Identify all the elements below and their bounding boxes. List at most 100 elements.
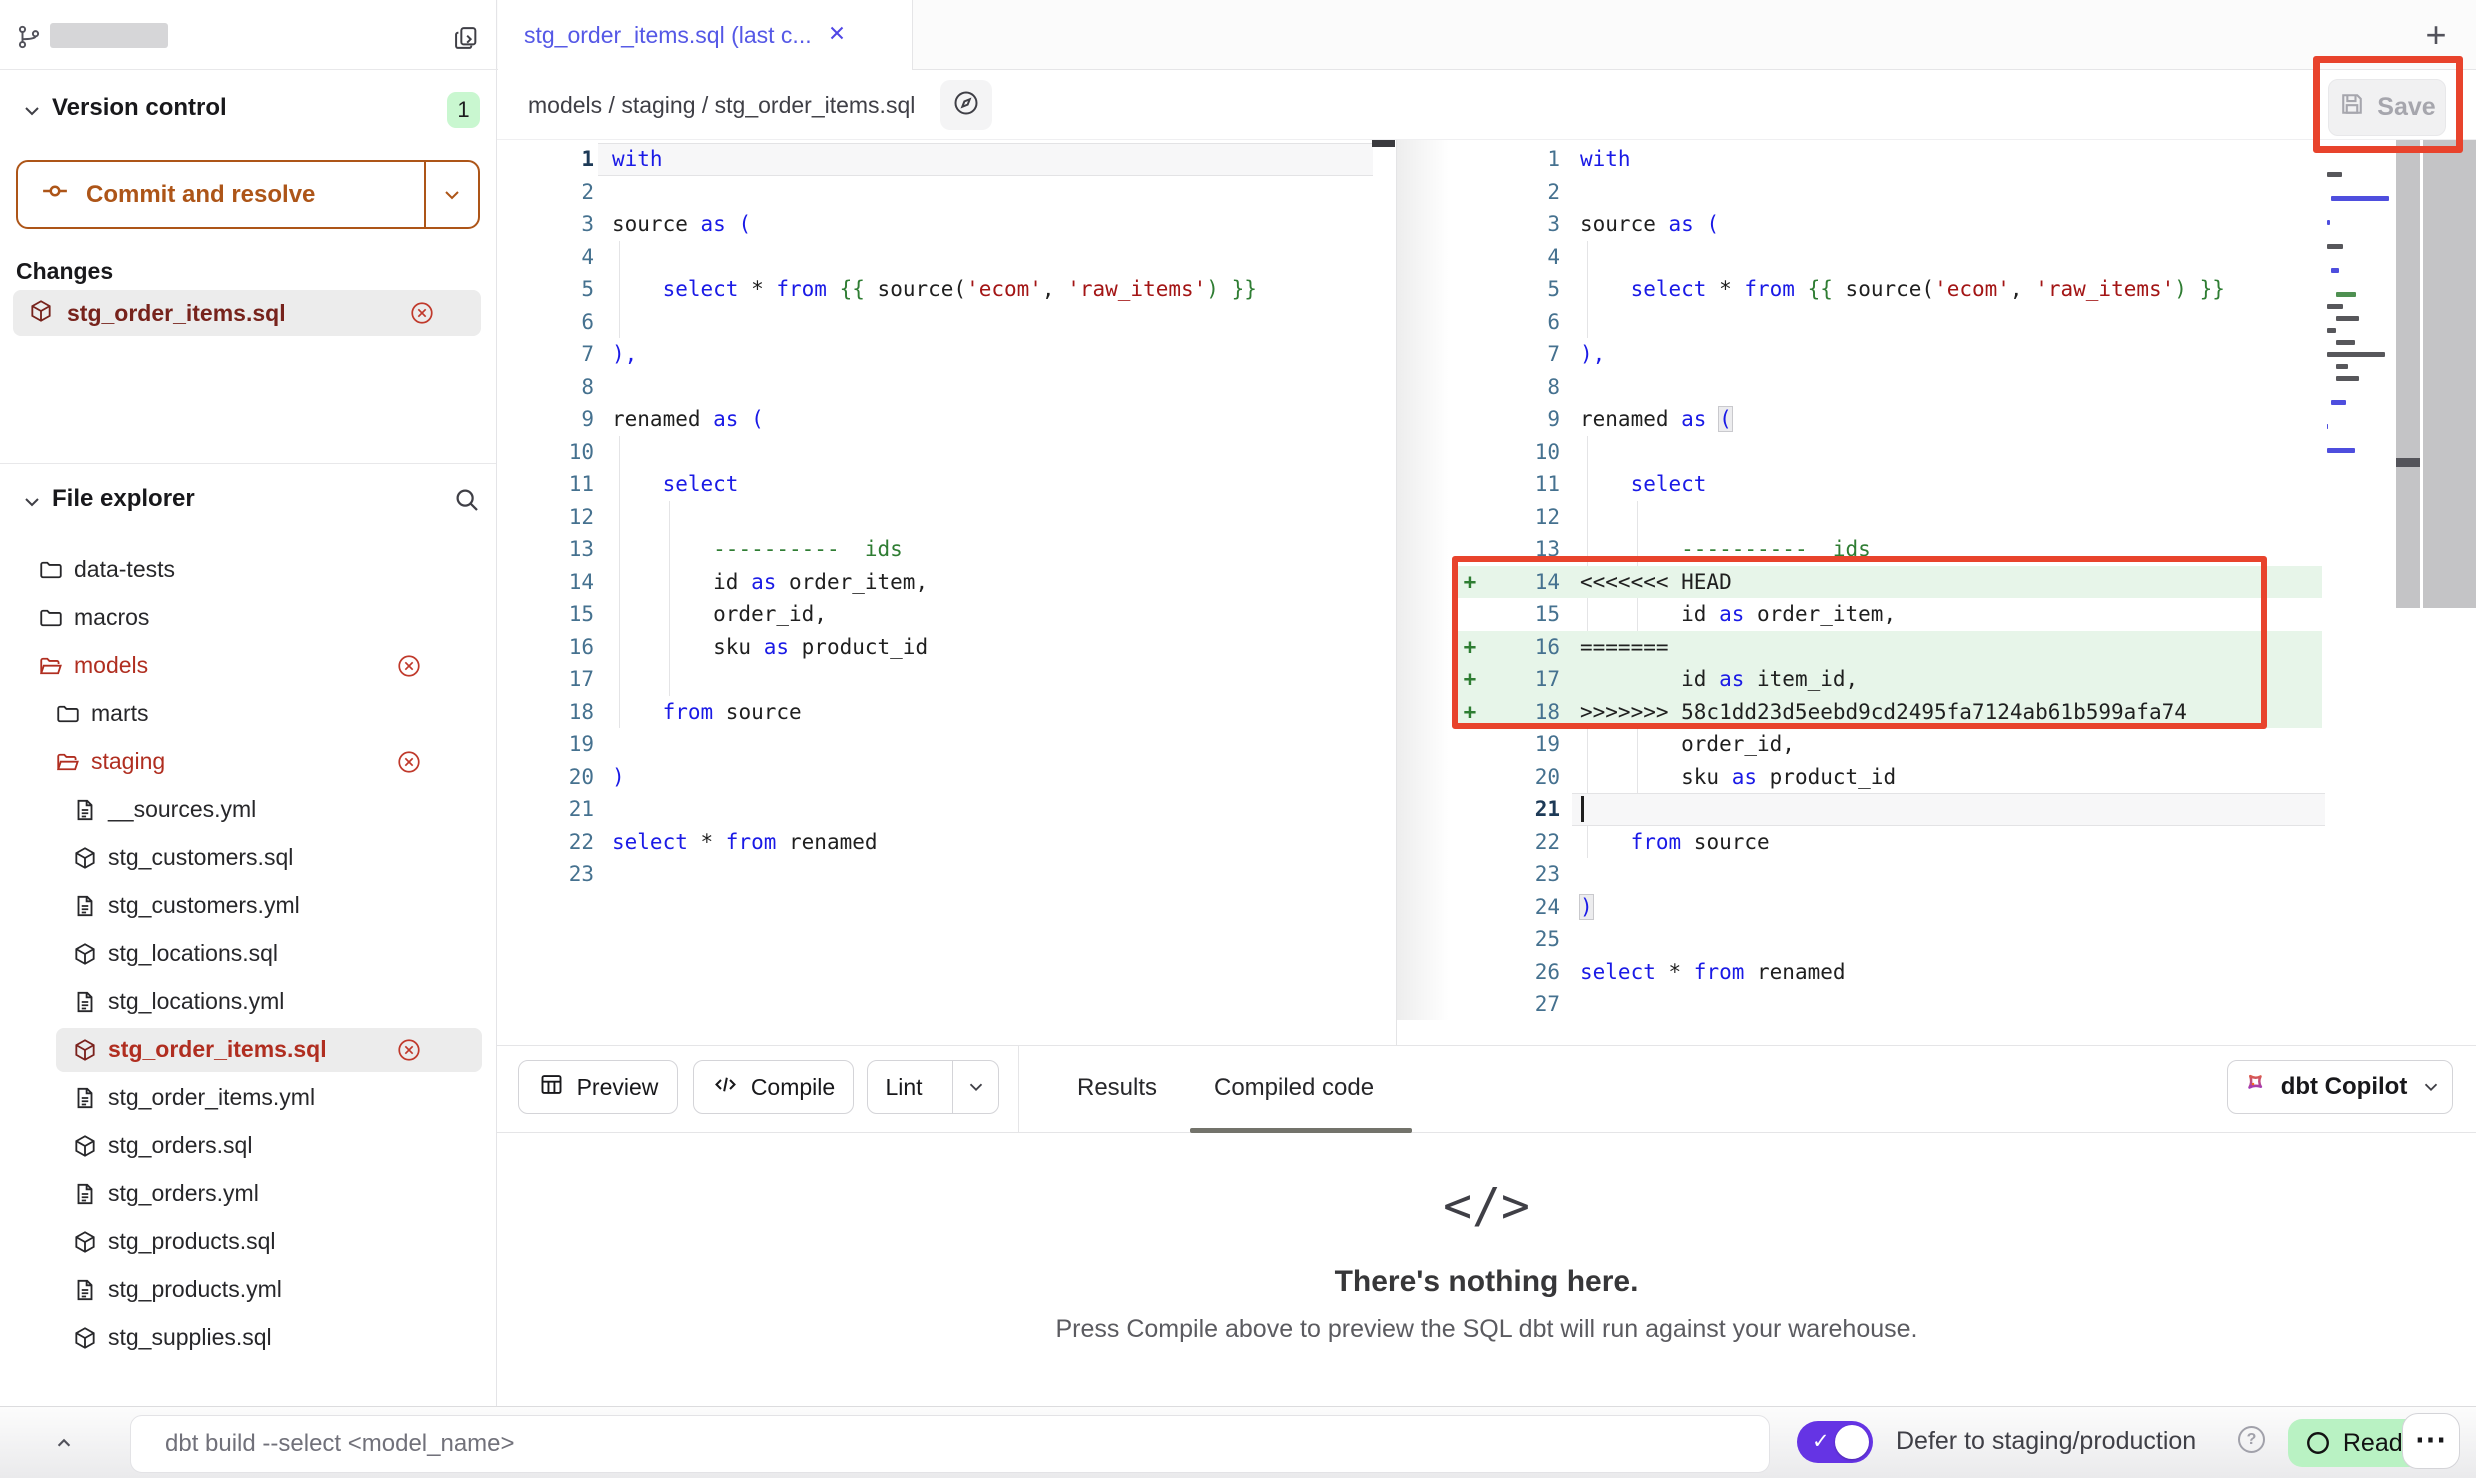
code-line[interactable]: 20) (497, 761, 1396, 794)
file-explorer-item-marts[interactable]: marts (0, 690, 497, 738)
code-line[interactable]: 18 from source (497, 696, 1396, 729)
lineage-button[interactable] (940, 80, 992, 130)
code-line[interactable]: 21 (497, 793, 1396, 826)
file-explorer-item-stg-supplies-sql[interactable]: stg_supplies.sql (0, 1314, 497, 1362)
chevron-down-icon[interactable] (20, 99, 44, 123)
lint-label[interactable]: Lint (868, 1074, 940, 1101)
code-line[interactable]: 5 select * from {{ source('ecom', 'raw_i… (497, 273, 1396, 306)
code-line[interactable]: 27 (1397, 988, 2476, 1021)
code-line[interactable]: 7), (1397, 338, 2476, 371)
file-explorer-item--sources-yml[interactable]: __sources.yml (0, 786, 497, 834)
copy-files-icon[interactable] (452, 24, 480, 52)
tab-stg-order-items[interactable]: stg_order_items.sql (last c... (498, 0, 913, 71)
code-line[interactable]: 13 ---------- ids (497, 533, 1396, 566)
code-line[interactable]: 20 sku as product_id (1397, 761, 2476, 794)
file-explorer-item-stg-order-items-yml[interactable]: stg_order_items.yml (0, 1074, 497, 1122)
preview-button[interactable]: Preview (518, 1060, 678, 1114)
changed-file-row[interactable]: stg_order_items.sql (13, 290, 481, 336)
code-line[interactable]: 9renamed as ( (1397, 403, 2476, 436)
commit-and-resolve-main[interactable]: Commit and resolve (18, 162, 424, 227)
code-line[interactable]: 3source as ( (1397, 208, 2476, 241)
file-explorer-item-stg-customers-sql[interactable]: stg_customers.sql (0, 834, 497, 882)
file-explorer-item-macros[interactable]: macros (0, 594, 497, 642)
tab-results[interactable]: Results (1077, 1074, 1157, 1102)
code-line[interactable]: 2 (1397, 176, 2476, 209)
branch-name-redacted (50, 23, 168, 48)
new-tab-button[interactable]: + (2414, 14, 2458, 58)
code-line[interactable]: 22 from source (1397, 826, 2476, 859)
file-explorer-item-stg-order-items-sql[interactable]: stg_order_items.sql (0, 1026, 497, 1074)
file-explorer-item-stg-orders-sql[interactable]: stg_orders.sql (0, 1122, 497, 1170)
code-line[interactable]: 14 id as order_item, (497, 566, 1396, 599)
dbt-copilot-button[interactable]: dbt Copilot (2227, 1060, 2453, 1114)
tab-compiled-code[interactable]: Compiled code (1214, 1074, 1374, 1102)
code-line[interactable]: 8 (497, 371, 1396, 404)
code-line[interactable]: 11 select (497, 468, 1396, 501)
file-explorer-item-stg-orders-yml[interactable]: stg_orders.yml (0, 1170, 497, 1218)
code-line[interactable]: 23 (1397, 858, 2476, 891)
code-text: ) (1580, 891, 1593, 924)
file-explorer-item-staging[interactable]: staging (0, 738, 497, 786)
file-explorer-item-stg-locations-sql[interactable]: stg_locations.sql (0, 930, 497, 978)
code-line[interactable]: 3source as ( (497, 208, 1396, 241)
code-line[interactable]: 16 sku as product_id (497, 631, 1396, 664)
code-line[interactable]: 6 (497, 306, 1396, 339)
commit-and-resolve-button[interactable]: Commit and resolve (16, 160, 480, 229)
code-line[interactable]: 26select * from renamed (1397, 956, 2476, 989)
commit-options-dropdown[interactable] (424, 162, 478, 227)
code-line[interactable]: 22select * from renamed (497, 826, 1396, 859)
chevron-up-icon[interactable] (46, 1425, 82, 1461)
code-line[interactable]: 10 (1397, 436, 2476, 469)
code-line[interactable]: 23 (497, 858, 1396, 891)
code-line[interactable]: 12 (497, 501, 1396, 534)
code-line[interactable]: 11 select (1397, 468, 2476, 501)
left-pane-scrollbar-thumb[interactable] (1372, 140, 1395, 147)
code-line[interactable]: 7), (497, 338, 1396, 371)
more-options-button[interactable]: ⋯ (2402, 1413, 2460, 1469)
discard-change-icon[interactable] (409, 300, 419, 331)
code-line[interactable]: 15 order_id, (497, 598, 1396, 631)
window-scrollbar[interactable] (2423, 140, 2476, 608)
code-line[interactable]: 24) (1397, 891, 2476, 924)
code-line[interactable]: 21 (1397, 793, 2476, 826)
editor-pane-left[interactable]: 1with23source as (45 select * from {{ so… (497, 143, 1396, 891)
file-explorer-item-data-tests[interactable]: data-tests (0, 546, 497, 594)
editor-scrollbar-track[interactable] (2396, 140, 2420, 608)
discard-change-icon[interactable] (396, 1037, 422, 1068)
close-icon[interactable] (826, 22, 848, 49)
discard-change-icon[interactable] (396, 749, 422, 780)
minimap[interactable] (2327, 148, 2393, 478)
code-line[interactable]: 4 (1397, 241, 2476, 274)
file-explorer-item-stg-customers-yml[interactable]: stg_customers.yml (0, 882, 497, 930)
file-explorer-item-stg-products-yml[interactable]: stg_products.yml (0, 1266, 497, 1314)
code-line[interactable]: 10 (497, 436, 1396, 469)
code-line[interactable]: 4 (497, 241, 1396, 274)
code-line[interactable]: 9renamed as ( (497, 403, 1396, 436)
lint-dropdown[interactable] (952, 1061, 998, 1113)
editor-scrollbar-thumb[interactable] (2396, 458, 2420, 467)
search-icon[interactable] (452, 485, 482, 515)
file-explorer-item-stg-products-sql[interactable]: stg_products.sql (0, 1218, 497, 1266)
file-explorer-item-models[interactable]: models (0, 642, 497, 690)
lint-split-button[interactable]: Lint (867, 1060, 999, 1114)
code-line[interactable]: 12 (1397, 501, 2476, 534)
code-line[interactable]: 1with (497, 143, 1396, 176)
line-number: 14 (497, 566, 594, 599)
discard-change-icon[interactable] (396, 653, 422, 684)
code-line[interactable]: 6 (1397, 306, 2476, 339)
git-branch-icon[interactable] (16, 24, 42, 50)
file-explorer-item-stg-locations-yml[interactable]: stg_locations.yml (0, 978, 497, 1026)
code-line[interactable]: 19 order_id, (1397, 728, 2476, 761)
help-icon[interactable]: ? (2238, 1426, 2265, 1453)
compile-button[interactable]: Compile (693, 1060, 854, 1114)
code-line[interactable]: 25 (1397, 923, 2476, 956)
code-line[interactable]: 8 (1397, 371, 2476, 404)
chevron-down-icon[interactable] (20, 490, 44, 514)
defer-toggle[interactable]: ✓ (1797, 1421, 1873, 1463)
code-line[interactable]: 19 (497, 728, 1396, 761)
code-line[interactable]: 5 select * from {{ source('ecom', 'raw_i… (1397, 273, 2476, 306)
code-text: select * from {{ source('ecom', 'raw_ite… (612, 273, 1257, 306)
command-input[interactable] (130, 1415, 1770, 1473)
code-line[interactable]: 2 (497, 176, 1396, 209)
code-line[interactable]: 17 (497, 663, 1396, 696)
